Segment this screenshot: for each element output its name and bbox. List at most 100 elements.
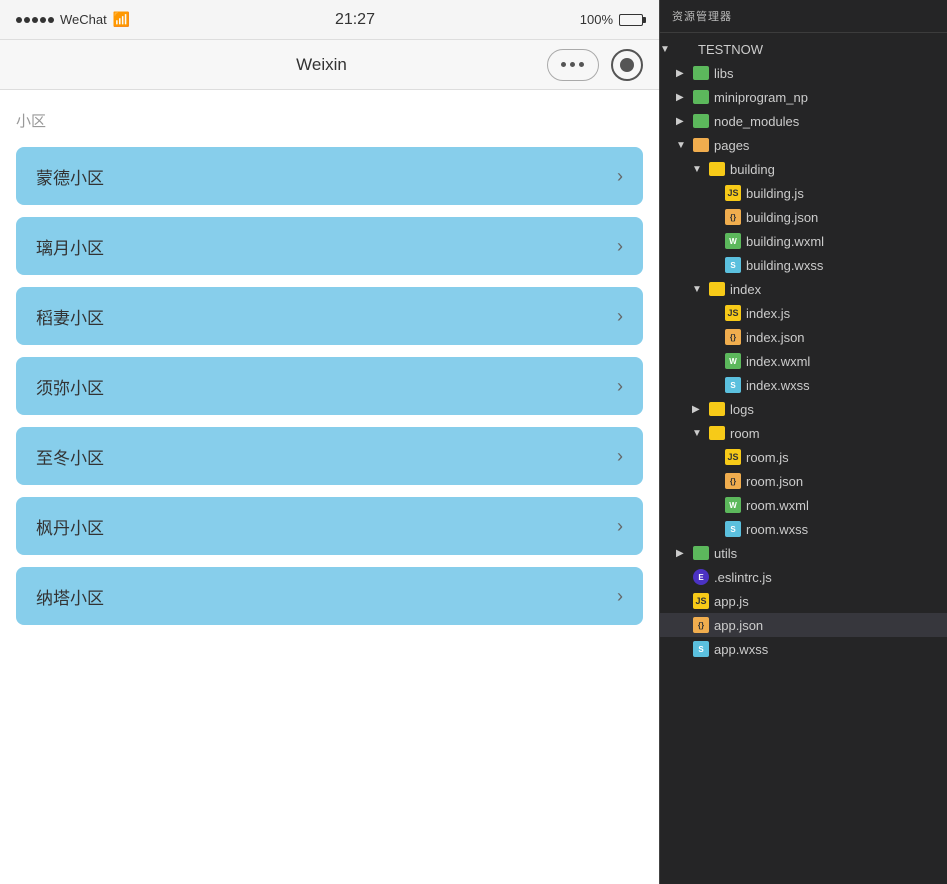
tree-item-building[interactable]: ▼ building xyxy=(660,157,947,181)
tree-item-building-json[interactable]: {} building.json xyxy=(660,205,947,229)
file-icon: S xyxy=(724,520,742,538)
tree-item-room[interactable]: ▼ room xyxy=(660,421,947,445)
chevron-right-icon: › xyxy=(617,586,623,607)
tree-item-miniprogram_np[interactable]: ▶ miniprogram_np xyxy=(660,85,947,109)
list-item[interactable]: 璃月小区 › xyxy=(16,217,643,275)
tree-label: room.wxml xyxy=(746,498,809,513)
status-time: 21:27 xyxy=(335,11,375,29)
tree-item-room-js[interactable]: JS room.js xyxy=(660,445,947,469)
folder-green-icon xyxy=(693,90,709,104)
tree-label: TESTNOW xyxy=(698,42,763,57)
chevron-right-icon: › xyxy=(617,306,623,327)
battery-percent: 100% xyxy=(580,12,613,27)
tree-label: node_modules xyxy=(714,114,799,129)
tree-label: logs xyxy=(730,402,754,417)
js-file-icon: JS xyxy=(693,593,709,609)
file-icon xyxy=(692,112,710,130)
tree-arrow: ▼ xyxy=(692,164,708,175)
content-area: 小区 蒙德小区 › 璃月小区 › 稻妻小区 › 须弥小区 › 至冬小区 › 枫丹… xyxy=(0,90,659,884)
tree-item-index-wxss[interactable]: S index.wxss xyxy=(660,373,947,397)
tree-label: index.json xyxy=(746,330,805,345)
tree-label: app.wxss xyxy=(714,642,768,657)
file-icon xyxy=(692,88,710,106)
tree-item-index-wxml[interactable]: W index.wxml xyxy=(660,349,947,373)
tree-item-building-wxss[interactable]: S building.wxss xyxy=(660,253,947,277)
tree-arrow: ▼ xyxy=(692,428,708,439)
list-item[interactable]: 稻妻小区 › xyxy=(16,287,643,345)
carrier-label: WeChat xyxy=(60,12,107,27)
list-item[interactable]: 至冬小区 › xyxy=(16,427,643,485)
tree-item-index-js[interactable]: JS index.js xyxy=(660,301,947,325)
list-item[interactable]: 枫丹小区 › xyxy=(16,497,643,555)
signal-dots xyxy=(16,17,54,23)
json-file-icon: {} xyxy=(693,617,709,633)
file-icon: W xyxy=(724,352,742,370)
wxss-file-icon: S xyxy=(725,377,741,393)
tree-item-testnow[interactable]: ▼ TESTNOW xyxy=(660,37,947,61)
json-file-icon: {} xyxy=(725,209,741,225)
wxml-file-icon: W xyxy=(725,233,741,249)
tree-label: index xyxy=(730,282,761,297)
tree-label: building xyxy=(730,162,775,177)
tree-label: room.wxss xyxy=(746,522,808,537)
tree-item-building-wxml[interactable]: W building.wxml xyxy=(660,229,947,253)
battery-icon xyxy=(619,14,643,26)
tree-item-app-json[interactable]: {} app.json xyxy=(660,613,947,637)
tree-label: index.wxml xyxy=(746,354,810,369)
tree-item-building-js[interactable]: JS building.js xyxy=(660,181,947,205)
file-icon: W xyxy=(724,232,742,250)
list-item[interactable]: 蒙德小区 › xyxy=(16,147,643,205)
list-item-text: 蒙德小区 xyxy=(36,164,104,189)
tree-label: app.js xyxy=(714,594,749,609)
folder-yellow-icon xyxy=(709,162,725,176)
file-icon: JS xyxy=(692,592,710,610)
list-item[interactable]: 纳塔小区 › xyxy=(16,567,643,625)
tree-item-app-wxss[interactable]: S app.wxss xyxy=(660,637,947,661)
file-icon: {} xyxy=(724,208,742,226)
list-item-text: 稻妻小区 xyxy=(36,304,104,329)
tree-item-logs[interactable]: ▶ logs xyxy=(660,397,947,421)
tree-item-room-wxml[interactable]: W room.wxml xyxy=(660,493,947,517)
status-right: 100% xyxy=(580,12,643,27)
wxss-file-icon: S xyxy=(725,521,741,537)
tree-item-app-js[interactable]: JS app.js xyxy=(660,589,947,613)
tree-item-room-json[interactable]: {} room.json xyxy=(660,469,947,493)
tree-item-room-wxss[interactable]: S room.wxss xyxy=(660,517,947,541)
file-icon xyxy=(708,400,726,418)
chevron-right-icon: › xyxy=(617,236,623,257)
tree-label: building.wxml xyxy=(746,234,824,249)
file-tree: ▼ TESTNOW ▶ libs ▶ miniprogram_np ▶ node… xyxy=(660,33,947,884)
file-icon xyxy=(708,424,726,442)
tree-item-index[interactable]: ▼ index xyxy=(660,277,947,301)
tree-arrow: ▼ xyxy=(676,140,692,151)
tree-arrow: ▶ xyxy=(676,68,692,79)
file-icon: JS xyxy=(724,448,742,466)
file-icon: {} xyxy=(724,472,742,490)
tree-item-libs[interactable]: ▶ libs xyxy=(660,61,947,85)
folder-yellow-icon xyxy=(709,426,725,440)
folder-green-icon xyxy=(693,66,709,80)
tree-label: building.wxss xyxy=(746,258,823,273)
tree-item-eslintrc[interactable]: E .eslintrc.js xyxy=(660,565,947,589)
js-file-icon: JS xyxy=(725,449,741,465)
list-item-text: 须弥小区 xyxy=(36,374,104,399)
tree-label: room.js xyxy=(746,450,789,465)
file-icon: S xyxy=(724,376,742,394)
chevron-right-icon: › xyxy=(617,516,623,537)
tree-label: .eslintrc.js xyxy=(714,570,772,585)
tree-item-pages[interactable]: ▼ pages xyxy=(660,133,947,157)
list-item[interactable]: 须弥小区 › xyxy=(16,357,643,415)
tree-arrow: ▶ xyxy=(676,548,692,559)
file-icon xyxy=(692,544,710,562)
tree-label: index.js xyxy=(746,306,790,321)
more-button[interactable] xyxy=(547,49,599,81)
nav-bar: Weixin xyxy=(0,40,659,90)
tree-item-index-json[interactable]: {} index.json xyxy=(660,325,947,349)
file-icon: JS xyxy=(724,304,742,322)
record-button[interactable] xyxy=(611,49,643,81)
section-label: 小区 xyxy=(16,110,643,131)
tree-item-node_modules[interactable]: ▶ node_modules xyxy=(660,109,947,133)
tree-item-utils[interactable]: ▶ utils xyxy=(660,541,947,565)
wifi-icon: 📶 xyxy=(113,11,130,28)
chevron-right-icon: › xyxy=(617,446,623,467)
